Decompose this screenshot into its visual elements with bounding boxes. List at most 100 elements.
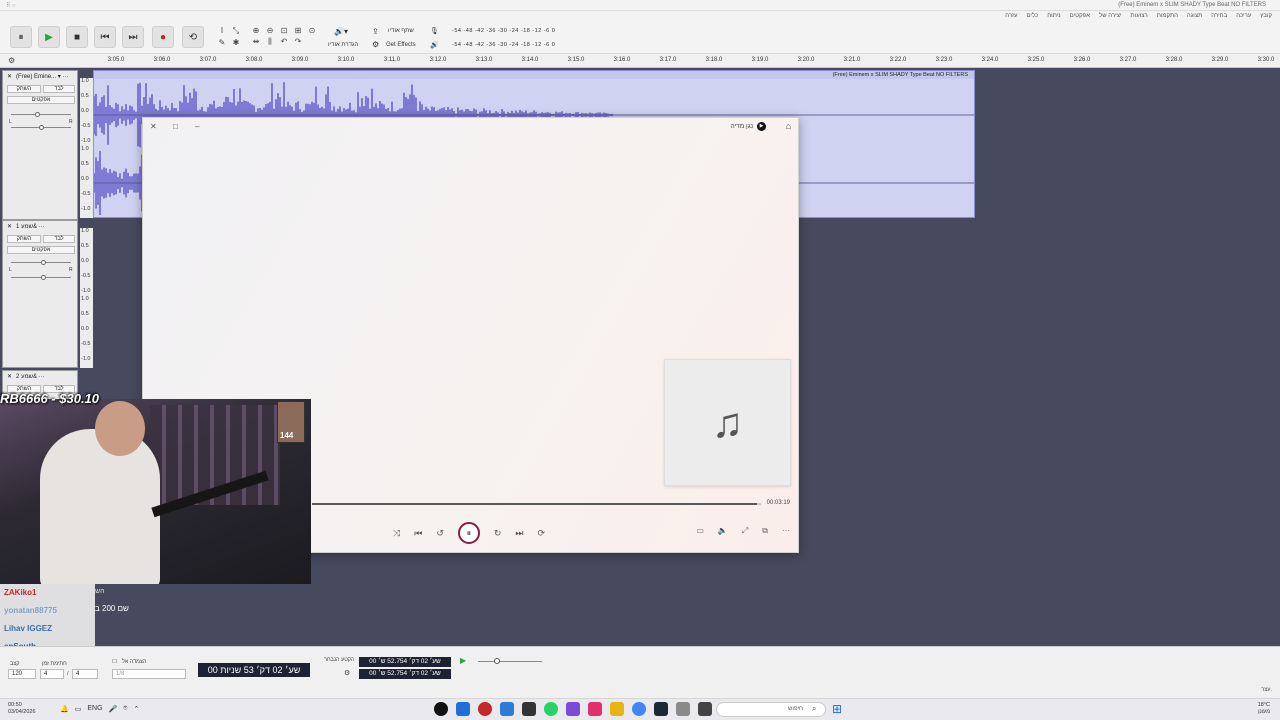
draw-tool-icon[interactable]: ✎ bbox=[216, 38, 228, 47]
play-button[interactable]: ▶ bbox=[38, 26, 60, 48]
timeline-ruler[interactable]: ⚙ 3:05.0 3:06.0 3:07.0 3:08.0 3:09.0 3:10.0 3:… bbox=[0, 54, 1280, 68]
system-clock[interactable]: 00:50 03/04/2026 bbox=[8, 702, 36, 716]
menu-item[interactable]: תצוגה bbox=[1187, 13, 1202, 19]
zoom-in-icon[interactable]: ⊕ bbox=[250, 26, 262, 35]
discord-app-icon[interactable] bbox=[588, 702, 602, 716]
audio-setup-label[interactable]: הגדרת אודיו bbox=[328, 42, 358, 48]
loop-button[interactable]: ⟲ bbox=[182, 26, 204, 48]
paint-app-icon[interactable] bbox=[500, 702, 514, 716]
record-button[interactable]: ● bbox=[152, 26, 174, 48]
close-icon[interactable]: ✕ bbox=[7, 224, 12, 230]
time-signature-numerator[interactable]: 4 bbox=[40, 669, 64, 679]
pan-slider[interactable] bbox=[11, 125, 71, 130]
shuffle-icon[interactable]: ⤨ bbox=[393, 528, 400, 539]
previous-icon[interactable]: ⏮ bbox=[414, 528, 422, 539]
media-player-app-icon[interactable] bbox=[434, 702, 448, 716]
taskbar-search[interactable]: חיפוש bbox=[716, 702, 826, 717]
effects-button[interactable]: אפקטים bbox=[7, 96, 75, 104]
track-control-panel[interactable]: ✕ (Free) Emine... ▾ ··· השתק לבד אפקטים L… bbox=[2, 70, 78, 220]
selection-settings-icon[interactable]: ⚙ bbox=[344, 669, 350, 677]
menu-item[interactable]: עריכה bbox=[1236, 13, 1251, 19]
maximize-icon[interactable]: □ bbox=[173, 122, 178, 131]
menu-item[interactable]: רצועות bbox=[1130, 13, 1147, 19]
network-icon[interactable]: ⌾ bbox=[123, 705, 127, 713]
next-icon[interactable]: ⏭ bbox=[515, 528, 523, 539]
redo-icon[interactable]: ↷ bbox=[292, 37, 304, 47]
dropbox-app-icon[interactable] bbox=[566, 702, 580, 716]
menu-item[interactable]: אפקטים bbox=[1070, 13, 1090, 19]
skip-start-button[interactable]: ⏮ bbox=[94, 26, 116, 48]
rewind-icon[interactable]: ↺ bbox=[436, 528, 444, 539]
trim-icon[interactable]: ⇹ bbox=[250, 37, 262, 47]
pause-button[interactable]: ⏸ bbox=[457, 522, 480, 544]
selection-end[interactable]: 00 שע׳ 02 דק׳ 52.754 ש׳ bbox=[359, 669, 451, 679]
selection-tool-icon[interactable]: I bbox=[216, 26, 228, 36]
get-effects-label[interactable]: Get Effects bbox=[386, 42, 416, 48]
track-name[interactable]: ✕ שמע 1& ··· bbox=[7, 223, 45, 230]
chrome-app-icon[interactable] bbox=[632, 702, 646, 716]
mute-button[interactable]: השתק bbox=[7, 85, 41, 93]
zoom-out-icon[interactable]: ⊖ bbox=[264, 26, 276, 35]
terminal-app-icon[interactable] bbox=[522, 702, 536, 716]
timeline-settings-icon[interactable]: ⚙ bbox=[8, 56, 15, 65]
home-icon[interactable]: ⌂ bbox=[786, 121, 791, 131]
menu-item[interactable]: התקמות bbox=[1157, 13, 1178, 19]
share-icon[interactable]: ⇪ bbox=[372, 27, 379, 36]
fit-project-icon[interactable]: ⊞ bbox=[292, 26, 304, 35]
zoom-toggle-icon[interactable]: ⊙ bbox=[306, 26, 318, 35]
solo-button[interactable]: לבד bbox=[43, 85, 75, 93]
close-icon[interactable]: ✕ bbox=[7, 74, 12, 80]
mic-icon[interactable]: 🎙 bbox=[430, 27, 439, 35]
menu-item[interactable]: בחירה bbox=[1211, 13, 1227, 19]
audio-setup-icon[interactable]: 🔊▾ bbox=[334, 27, 348, 36]
play-at-speed-icon[interactable]: ▶ bbox=[460, 656, 466, 665]
record-meter[interactable]: -54 -48 -42 -36 -30 -24 -18 -12 -6 0 bbox=[452, 28, 555, 34]
language-indicator[interactable]: ENG bbox=[87, 705, 102, 713]
audio-position-display[interactable]: 00 שע׳ 02 דק׳ 53 שניות bbox=[198, 663, 310, 677]
track-name[interactable]: ✕ (Free) Emine... ▾ ··· bbox=[7, 73, 68, 80]
seek-bar[interactable] bbox=[312, 503, 761, 505]
fit-selection-icon[interactable]: ⊡ bbox=[278, 26, 290, 35]
selection-start[interactable]: 00 שע׳ 02 דק׳ 52.754 ש׳ bbox=[359, 657, 451, 667]
minimize-icon[interactable]: – bbox=[195, 122, 199, 131]
share-audio-label[interactable]: שתף אודיו bbox=[388, 28, 414, 34]
tempo-input[interactable]: 120 bbox=[8, 669, 36, 679]
miniplayer-icon[interactable]: ⧉ bbox=[762, 526, 768, 536]
multi-tool-icon[interactable]: ✱ bbox=[230, 38, 242, 47]
whatsapp-app-icon[interactable] bbox=[544, 702, 558, 716]
menu-item[interactable]: כלים bbox=[1026, 13, 1038, 19]
menu-item[interactable]: קובץ bbox=[1260, 13, 1272, 19]
fullscreen-icon[interactable]: ⤢ bbox=[742, 526, 748, 536]
calculator-app-icon[interactable] bbox=[456, 702, 470, 716]
weather-widget[interactable]: 18°C מעונן bbox=[1258, 702, 1270, 716]
snap-checkbox[interactable]: ☐ bbox=[112, 659, 117, 665]
repeat-icon[interactable]: ⟳ bbox=[538, 528, 546, 539]
battery-icon[interactable]: ▭ bbox=[75, 705, 82, 713]
mic-icon[interactable]: 🎤 bbox=[109, 705, 118, 713]
notification-icon[interactable]: 🔔 bbox=[60, 705, 69, 713]
clip-title[interactable]: (Free) Eminem x SLIM SHADY Type Beat NO … bbox=[94, 71, 974, 79]
silence-icon[interactable]: ⫼ bbox=[264, 37, 276, 47]
solo-button[interactable]: לבד bbox=[43, 235, 75, 243]
track-name[interactable]: ✕ שמע 2& ··· bbox=[7, 373, 45, 380]
speaker-icon[interactable]: 🔊 bbox=[430, 41, 439, 49]
captions-icon[interactable]: ▭ bbox=[696, 526, 704, 536]
snap-select[interactable]: 1/8 bbox=[112, 669, 186, 679]
volume-icon[interactable]: 🔈 bbox=[718, 526, 728, 536]
settings-app-icon[interactable] bbox=[676, 702, 690, 716]
windows-start-icon[interactable]: ⊞ bbox=[832, 702, 846, 716]
time-signature-denominator[interactable]: 4 bbox=[72, 669, 98, 679]
playback-meter[interactable]: -54 -48 -42 -36 -30 -24 -18 -12 -6 0 bbox=[452, 42, 555, 48]
forward-icon[interactable]: ↻ bbox=[494, 528, 502, 539]
close-icon[interactable]: ✕ bbox=[7, 374, 12, 380]
effects-button[interactable]: אפקטים bbox=[7, 246, 75, 254]
effects-icon[interactable]: ⚙ bbox=[372, 40, 379, 49]
undo-icon[interactable]: ↶ bbox=[278, 37, 290, 47]
close-icon[interactable]: ✕ bbox=[150, 122, 157, 131]
stop-button[interactable]: ■ bbox=[66, 26, 88, 48]
window-menu-icon[interactable]: ⠿ ○ bbox=[6, 2, 16, 9]
play-speed-slider[interactable] bbox=[478, 658, 542, 664]
audacity-app-icon[interactable] bbox=[478, 702, 492, 716]
mute-button[interactable]: השתק bbox=[7, 235, 41, 243]
skip-end-button[interactable]: ⏭ bbox=[122, 26, 144, 48]
